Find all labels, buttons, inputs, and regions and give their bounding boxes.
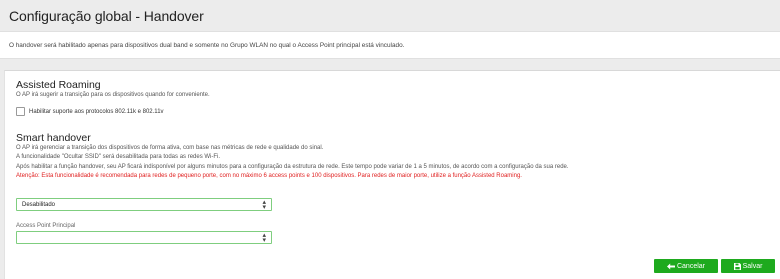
smart-handover-line-2: A funcionalidade "Ocultar SSID" será des… (16, 154, 221, 160)
info-notice: O handover será habilitado apenas para d… (0, 31, 780, 59)
page-title: Configuração global - Handover (9, 8, 204, 24)
smart-handover-line-1: O AP irá gerenciar a transição dos dispo… (16, 145, 324, 151)
assisted-roaming-checkbox[interactable] (16, 107, 25, 116)
settings-panel: Assisted Roaming O AP irá sugerir a tran… (4, 70, 780, 279)
assisted-roaming-checkbox-label[interactable]: Habilitar suporte aos protocolos 802.11k… (29, 109, 164, 115)
smart-handover-warning: Atenção: Esta funcionalidade é recomenda… (16, 173, 522, 179)
assisted-roaming-description: O AP irá sugerir a transição para os dis… (16, 92, 210, 98)
access-point-select[interactable]: ▴ ▾ (16, 231, 272, 244)
access-point-label: Access Point Principal (16, 223, 76, 229)
sort-arrows-icon: ▴ ▾ (262, 199, 266, 211)
save-button[interactable]: Salvar (721, 259, 775, 273)
cancel-button[interactable]: Cancelar (654, 259, 718, 273)
arrow-left-icon (666, 263, 675, 269)
smart-handover-line-3: Após habilitar a função handover, seu AP… (16, 164, 569, 170)
handover-mode-select[interactable]: Desabilitado ▴ ▾ (16, 198, 272, 211)
notice-text: O handover será habilitado apenas para d… (9, 42, 405, 49)
page-header: Configuração global - Handover (0, 0, 780, 31)
handover-mode-value: Desabilitado (22, 202, 56, 208)
cancel-button-label: Cancelar (676, 262, 705, 270)
assisted-roaming-title: Assisted Roaming (16, 79, 101, 91)
sort-arrows-icon: ▴ ▾ (262, 232, 266, 244)
smart-handover-title: Smart handover (16, 132, 91, 144)
save-button-label: Salvar (742, 262, 763, 270)
floppy-disk-icon (733, 262, 741, 270)
